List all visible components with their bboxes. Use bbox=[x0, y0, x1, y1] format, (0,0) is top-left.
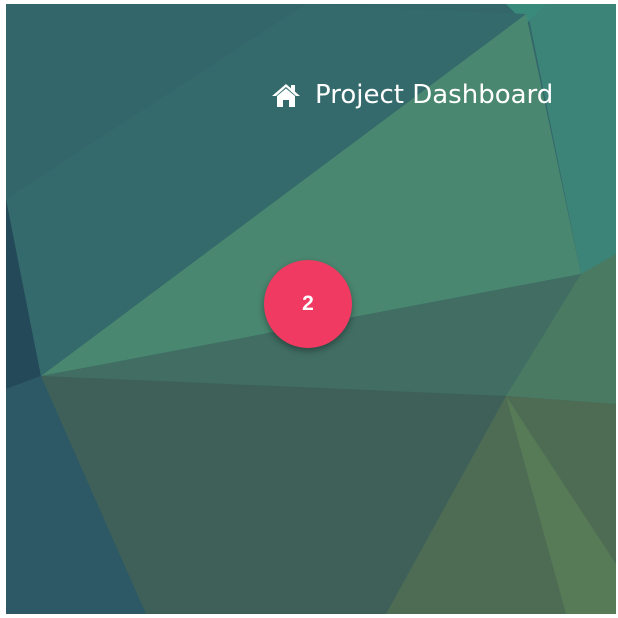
notification-count-badge[interactable]: 2 bbox=[264, 260, 352, 348]
home-breadcrumb-link[interactable]: Project Dashboard bbox=[271, 80, 553, 110]
page-title: Project Dashboard bbox=[315, 80, 554, 110]
home-icon bbox=[271, 82, 301, 108]
screenshot-frame: Project Dashboard 2 bbox=[0, 0, 618, 618]
dashboard-panel: Project Dashboard 2 bbox=[6, 4, 616, 614]
badge-count: 2 bbox=[302, 292, 314, 315]
